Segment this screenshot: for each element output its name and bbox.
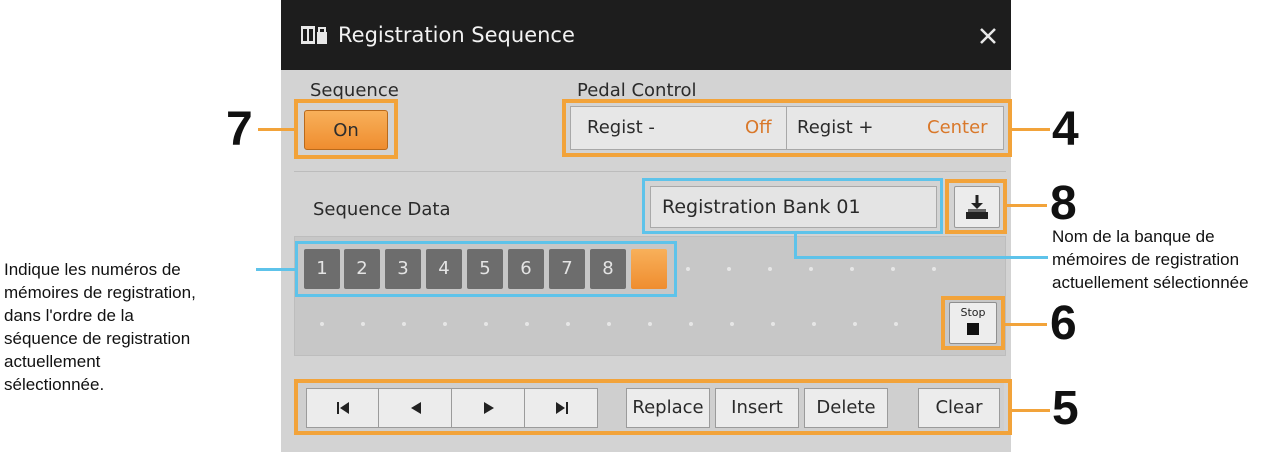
leader-line-5: [1012, 409, 1050, 412]
leader-line-7: [258, 128, 294, 131]
empty-slot: [812, 322, 816, 326]
bank-name-note: Nom de la banque de mémoires de registra…: [1052, 225, 1249, 294]
empty-slot: [932, 267, 936, 271]
callout-number-8: 8: [1050, 177, 1077, 230]
callout-box-7: [294, 99, 398, 159]
leader-line-4: [1012, 128, 1050, 131]
sequence-highlight-box: [295, 241, 677, 297]
callout-number-4: 4: [1052, 103, 1079, 156]
leader-line-8: [1007, 204, 1047, 207]
note-line: sélectionnée.: [4, 375, 105, 394]
leader-line-bank-vertical: [794, 234, 797, 258]
empty-slot: [361, 322, 365, 326]
empty-slot: [607, 322, 611, 326]
empty-slot: [768, 267, 772, 271]
empty-slot: [484, 322, 488, 326]
empty-slot: [894, 322, 898, 326]
callout-box-4: [562, 99, 1012, 157]
callout-box-8: [945, 179, 1007, 234]
callout-box-6: [941, 296, 1005, 350]
leader-line-6: [1005, 323, 1047, 326]
empty-slot: [402, 322, 406, 326]
empty-slot: [566, 322, 570, 326]
empty-slot: [771, 322, 775, 326]
empty-slot: [689, 322, 693, 326]
empty-slot: [809, 267, 813, 271]
note-line: séquence de registration: [4, 329, 191, 348]
callout-box-5: [294, 379, 1012, 435]
note-line: actuellement sélectionnée: [1052, 273, 1249, 292]
sequence-data-label: Sequence Data: [313, 199, 451, 220]
leader-line-bank-horizontal: [794, 256, 1048, 259]
empty-slot: [730, 322, 734, 326]
note-line: Nom de la banque de: [1052, 227, 1215, 246]
empty-slot: [443, 322, 447, 326]
empty-slot: [727, 267, 731, 271]
note-line: mémoires de registration: [1052, 250, 1240, 269]
empty-slot: [525, 322, 529, 326]
empty-slot: [853, 322, 857, 326]
close-icon[interactable]: [972, 20, 1004, 52]
registration-bank-icon: [300, 23, 330, 47]
callout-number-6: 6: [1050, 297, 1077, 350]
leader-line-sequence: [256, 268, 295, 271]
note-line: dans l'ordre de la: [4, 306, 134, 325]
sequence-note: Indique les numéros de mémoires de regis…: [4, 258, 196, 396]
callout-number-7: 7: [226, 103, 253, 156]
empty-slot: [686, 267, 690, 271]
note-line: actuellement: [4, 352, 101, 371]
window-title: Registration Sequence: [338, 23, 575, 47]
bank-highlight-box: [642, 178, 943, 234]
note-line: Indique les numéros de: [4, 260, 181, 279]
callout-number-5: 5: [1052, 382, 1079, 435]
note-line: mémoires de registration,: [4, 283, 196, 302]
empty-slot: [648, 322, 652, 326]
section-divider: [294, 171, 1006, 172]
empty-slot: [850, 267, 854, 271]
empty-slot: [891, 267, 895, 271]
empty-slot: [320, 322, 324, 326]
